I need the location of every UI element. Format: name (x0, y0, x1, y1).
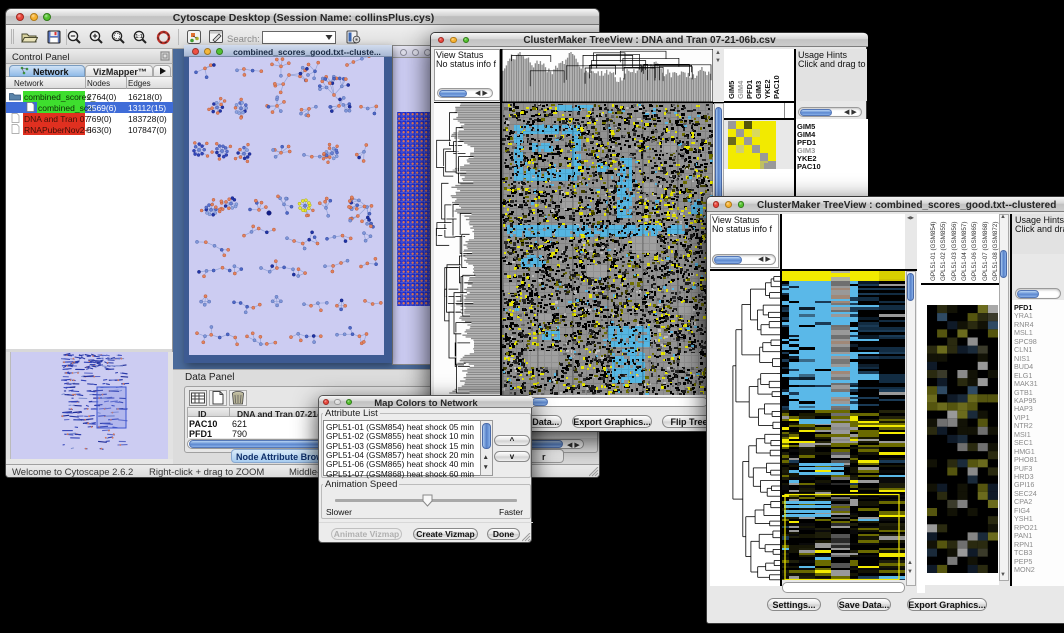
svg-text:1:1: 1:1 (135, 34, 142, 40)
